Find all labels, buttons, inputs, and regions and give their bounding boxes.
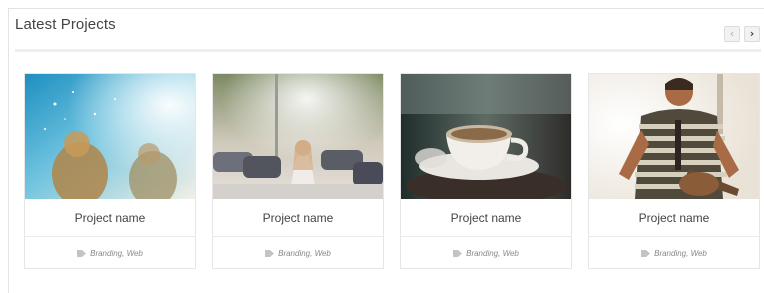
project-tags[interactable]: Branding, Web: [213, 238, 383, 269]
people-sparkle-photo: [25, 74, 195, 199]
project-thumbnail[interactable]: [589, 74, 759, 199]
project-name[interactable]: Project name: [25, 199, 195, 237]
parking-lot-woman-photo: [213, 74, 383, 199]
project-name[interactable]: Project name: [589, 199, 759, 237]
project-tags[interactable]: Branding, Web: [401, 238, 571, 269]
tag-icon: [77, 250, 87, 257]
tag-icon: [265, 250, 275, 257]
project-card[interactable]: Project name Branding, Web: [24, 73, 196, 269]
tag-icon: [453, 250, 463, 257]
header-divider: [15, 49, 761, 52]
project-tags[interactable]: Branding, Web: [25, 238, 195, 269]
carousel-next-button[interactable]: ›: [744, 26, 760, 42]
chevron-right-icon: ›: [749, 27, 755, 40]
tag-icon: [641, 250, 651, 257]
section-header: Latest Projects: [15, 16, 761, 46]
project-tags-text: Branding, Web: [654, 249, 707, 258]
chevron-left-icon: ‹: [729, 27, 735, 40]
project-thumbnail[interactable]: [401, 74, 571, 199]
coffee-cup-photo: [401, 74, 571, 199]
project-tags-text: Branding, Web: [90, 249, 143, 258]
project-tags-text: Branding, Web: [466, 249, 519, 258]
project-tags[interactable]: Branding, Web: [589, 238, 759, 269]
project-card[interactable]: Project name Branding, Web: [212, 73, 384, 269]
project-name[interactable]: Project name: [213, 199, 383, 237]
project-thumbnail[interactable]: [25, 74, 195, 199]
project-thumbnail[interactable]: [213, 74, 383, 199]
project-tags-text: Branding, Web: [278, 249, 331, 258]
project-name[interactable]: Project name: [401, 199, 571, 237]
project-card[interactable]: Project name Branding, Web: [400, 73, 572, 269]
section-title: Latest Projects: [15, 16, 116, 33]
carousel-prev-button[interactable]: ‹: [724, 26, 740, 42]
guitarist-photo: [589, 74, 759, 199]
project-card[interactable]: Project name Branding, Web: [588, 73, 760, 269]
